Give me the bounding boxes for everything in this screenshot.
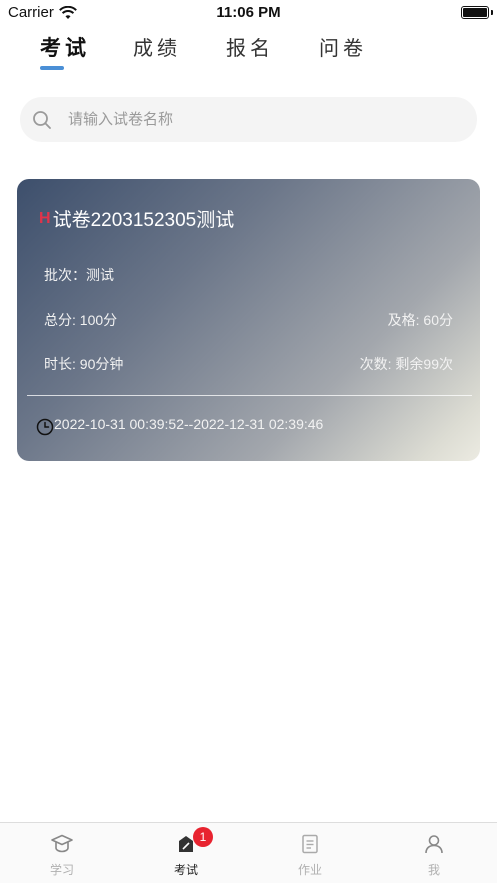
exam-title: 试卷2203152305测试 [52, 210, 235, 231]
exam-pass-score: 及格: 60分 [387, 312, 453, 328]
exam-level-badge: H [39, 209, 51, 227]
search-input[interactable] [68, 111, 448, 128]
battery-cap [491, 10, 493, 15]
exam-title-row: H 试卷2203152305测试 [39, 205, 234, 232]
nav-me[interactable]: 我 [372, 823, 496, 883]
nav-homework[interactable]: 作业 [248, 823, 372, 883]
exam-total-score: 总分: 100分 [44, 312, 118, 328]
nav-homework-label: 作业 [297, 863, 322, 877]
battery-icon [461, 6, 489, 19]
bottom-nav: 学习 1 考试 作业 我 [0, 822, 497, 883]
clock-icon [36, 418, 54, 436]
search-bar[interactable] [20, 97, 477, 142]
nav-exam-label: 考试 [173, 863, 198, 877]
tab-exam[interactable]: 考试 [40, 32, 90, 62]
graduation-cap-icon [51, 834, 73, 853]
exam-card[interactable]: H 试卷2203152305测试 批次：测试 总分: 100分 及格: 60分 … [17, 179, 480, 461]
exam-attempts: 次数: 剩余99次 [359, 356, 453, 372]
document-icon [302, 834, 318, 854]
status-time: 11:06 PM [216, 4, 281, 21]
user-icon [425, 835, 443, 854]
exam-time-range: 2022-10-31 00:39:52--2022-12-31 02:39:46 [54, 416, 324, 432]
exam-duration: 时长: 90分钟 [44, 356, 124, 372]
search-icon [33, 110, 51, 129]
tab-survey[interactable]: 问卷 [319, 32, 367, 61]
tab-scores[interactable]: 成绩 [133, 32, 181, 61]
card-divider [27, 395, 472, 396]
tab-registration[interactable]: 报名 [226, 32, 274, 61]
tab-active-indicator [40, 66, 64, 70]
nav-study-label: 学习 [49, 863, 74, 877]
top-tabs: 考试 成绩 报名 问卷 [0, 32, 497, 72]
nav-study[interactable]: 学习 [0, 823, 124, 883]
exam-batch: 批次：测试 [44, 267, 114, 283]
status-bar: Carrier 11:06 PM [0, 0, 497, 26]
exam-notification-badge: 1 [193, 827, 213, 847]
nav-exam[interactable]: 1 考试 [124, 823, 248, 883]
nav-me-label: 我 [427, 863, 440, 877]
